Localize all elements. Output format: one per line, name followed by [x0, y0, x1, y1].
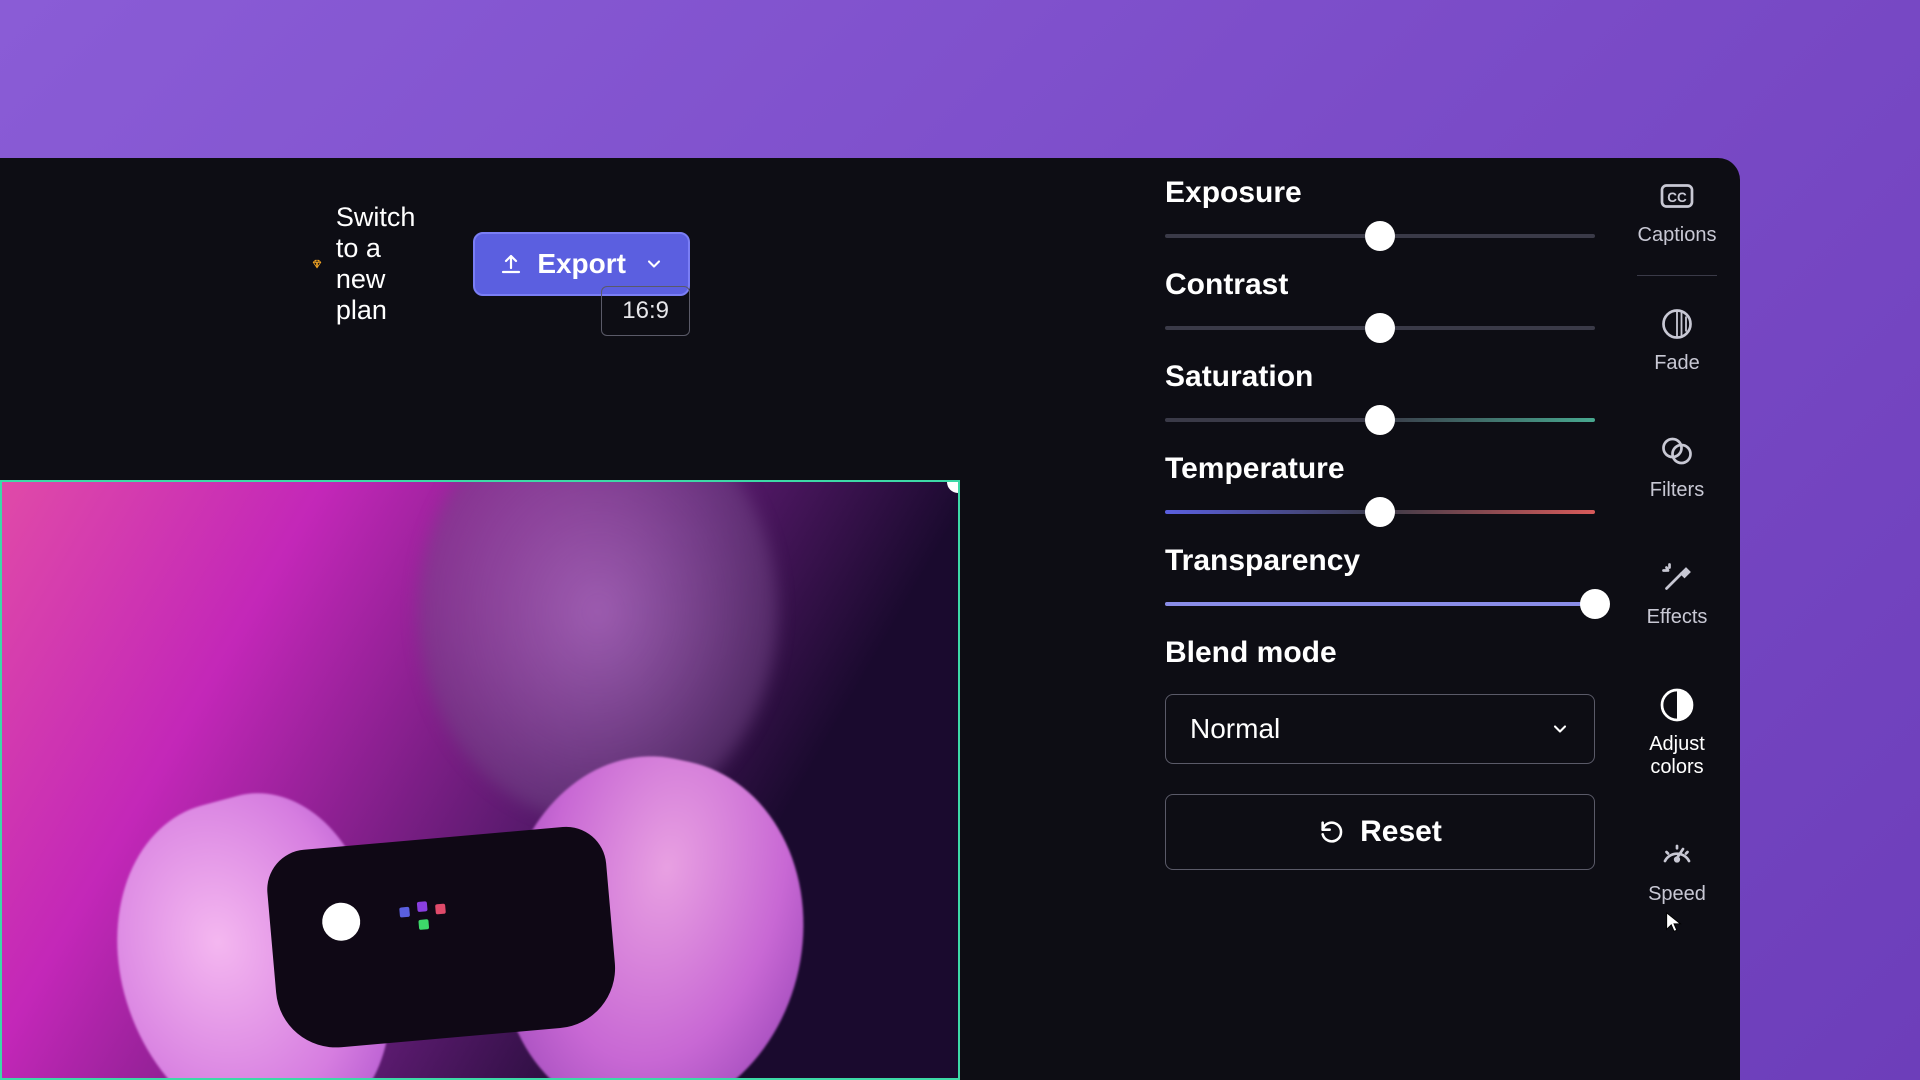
rail-label: Captions: [1638, 224, 1717, 247]
saturation-thumb[interactable]: [1365, 405, 1395, 435]
blend-mode-value: Normal: [1190, 713, 1280, 745]
filters-icon: [1657, 431, 1697, 471]
aspect-ratio-label: 16:9: [622, 297, 669, 324]
rail-adjust-colors[interactable]: Adjust colors: [1649, 685, 1705, 779]
blend-mode-label: Blend mode: [1165, 636, 1595, 670]
adjust-colors-icon: [1657, 685, 1697, 725]
switch-plan-button[interactable]: Switch to a new plan: [286, 188, 458, 340]
speed-icon: [1657, 835, 1697, 875]
contrast-thumb[interactable]: [1365, 313, 1395, 343]
temperature-thumb[interactable]: [1365, 497, 1395, 527]
blend-mode-group: Blend mode Normal: [1165, 636, 1595, 764]
export-label: Export: [537, 248, 626, 280]
rail-speed[interactable]: Speed: [1648, 835, 1706, 906]
reset-button[interactable]: Reset: [1165, 794, 1595, 870]
aspect-ratio-button[interactable]: 16:9: [601, 286, 690, 336]
exposure-label: Exposure: [1165, 176, 1595, 210]
preview-controller: [264, 824, 620, 1053]
rail-label: Fade: [1654, 352, 1700, 375]
rail-divider: [1637, 275, 1717, 276]
rail-fade[interactable]: Fade: [1654, 304, 1700, 375]
upload-icon: [499, 252, 523, 276]
contrast-group: Contrast: [1165, 268, 1595, 330]
rail-effects[interactable]: Effects: [1647, 558, 1708, 629]
contrast-slider[interactable]: [1165, 326, 1595, 330]
editor-window: Switch to a new plan Export 16:9 Exposur…: [0, 158, 1740, 1080]
exposure-slider[interactable]: [1165, 234, 1595, 238]
chevron-down-icon: [644, 254, 664, 274]
temperature-slider[interactable]: [1165, 510, 1595, 514]
fade-icon: [1657, 304, 1697, 344]
captions-icon: CC: [1657, 176, 1697, 216]
mouse-cursor: [1663, 908, 1685, 936]
adjust-colors-panel: Exposure Contrast Saturation Temperature: [1165, 176, 1595, 870]
saturation-slider[interactable]: [1165, 418, 1595, 422]
temperature-group: Temperature: [1165, 452, 1595, 514]
transparency-slider[interactable]: [1165, 602, 1595, 606]
undo-icon: [1318, 818, 1346, 846]
selection-handle[interactable]: [947, 480, 960, 493]
reset-label: Reset: [1360, 815, 1442, 849]
switch-plan-label: Switch to a new plan: [336, 202, 432, 326]
rail-label: Filters: [1650, 479, 1704, 502]
blend-mode-select[interactable]: Normal: [1165, 694, 1595, 764]
transparency-fill: [1165, 602, 1595, 606]
svg-text:CC: CC: [1667, 190, 1687, 205]
diamond-icon: [312, 251, 322, 277]
contrast-label: Contrast: [1165, 268, 1595, 302]
transparency-thumb[interactable]: [1580, 589, 1610, 619]
rail-filters[interactable]: Filters: [1650, 431, 1704, 502]
preview-canvas[interactable]: [0, 480, 960, 1080]
saturation-group: Saturation: [1165, 360, 1595, 422]
exposure-group: Exposure: [1165, 176, 1595, 238]
effects-icon: [1657, 558, 1697, 598]
rail-captions[interactable]: CC Captions: [1638, 176, 1717, 247]
exposure-thumb[interactable]: [1365, 221, 1395, 251]
rail-label: Speed: [1648, 883, 1706, 906]
saturation-label: Saturation: [1165, 360, 1595, 394]
right-tool-rail: CC Captions Fade Filters Effects: [1622, 176, 1732, 906]
chevron-down-icon: [1550, 719, 1570, 739]
rail-label: Adjust colors: [1649, 733, 1705, 779]
transparency-label: Transparency: [1165, 544, 1595, 578]
transparency-group: Transparency: [1165, 544, 1595, 606]
temperature-label: Temperature: [1165, 452, 1595, 486]
rail-label: Effects: [1647, 606, 1708, 629]
